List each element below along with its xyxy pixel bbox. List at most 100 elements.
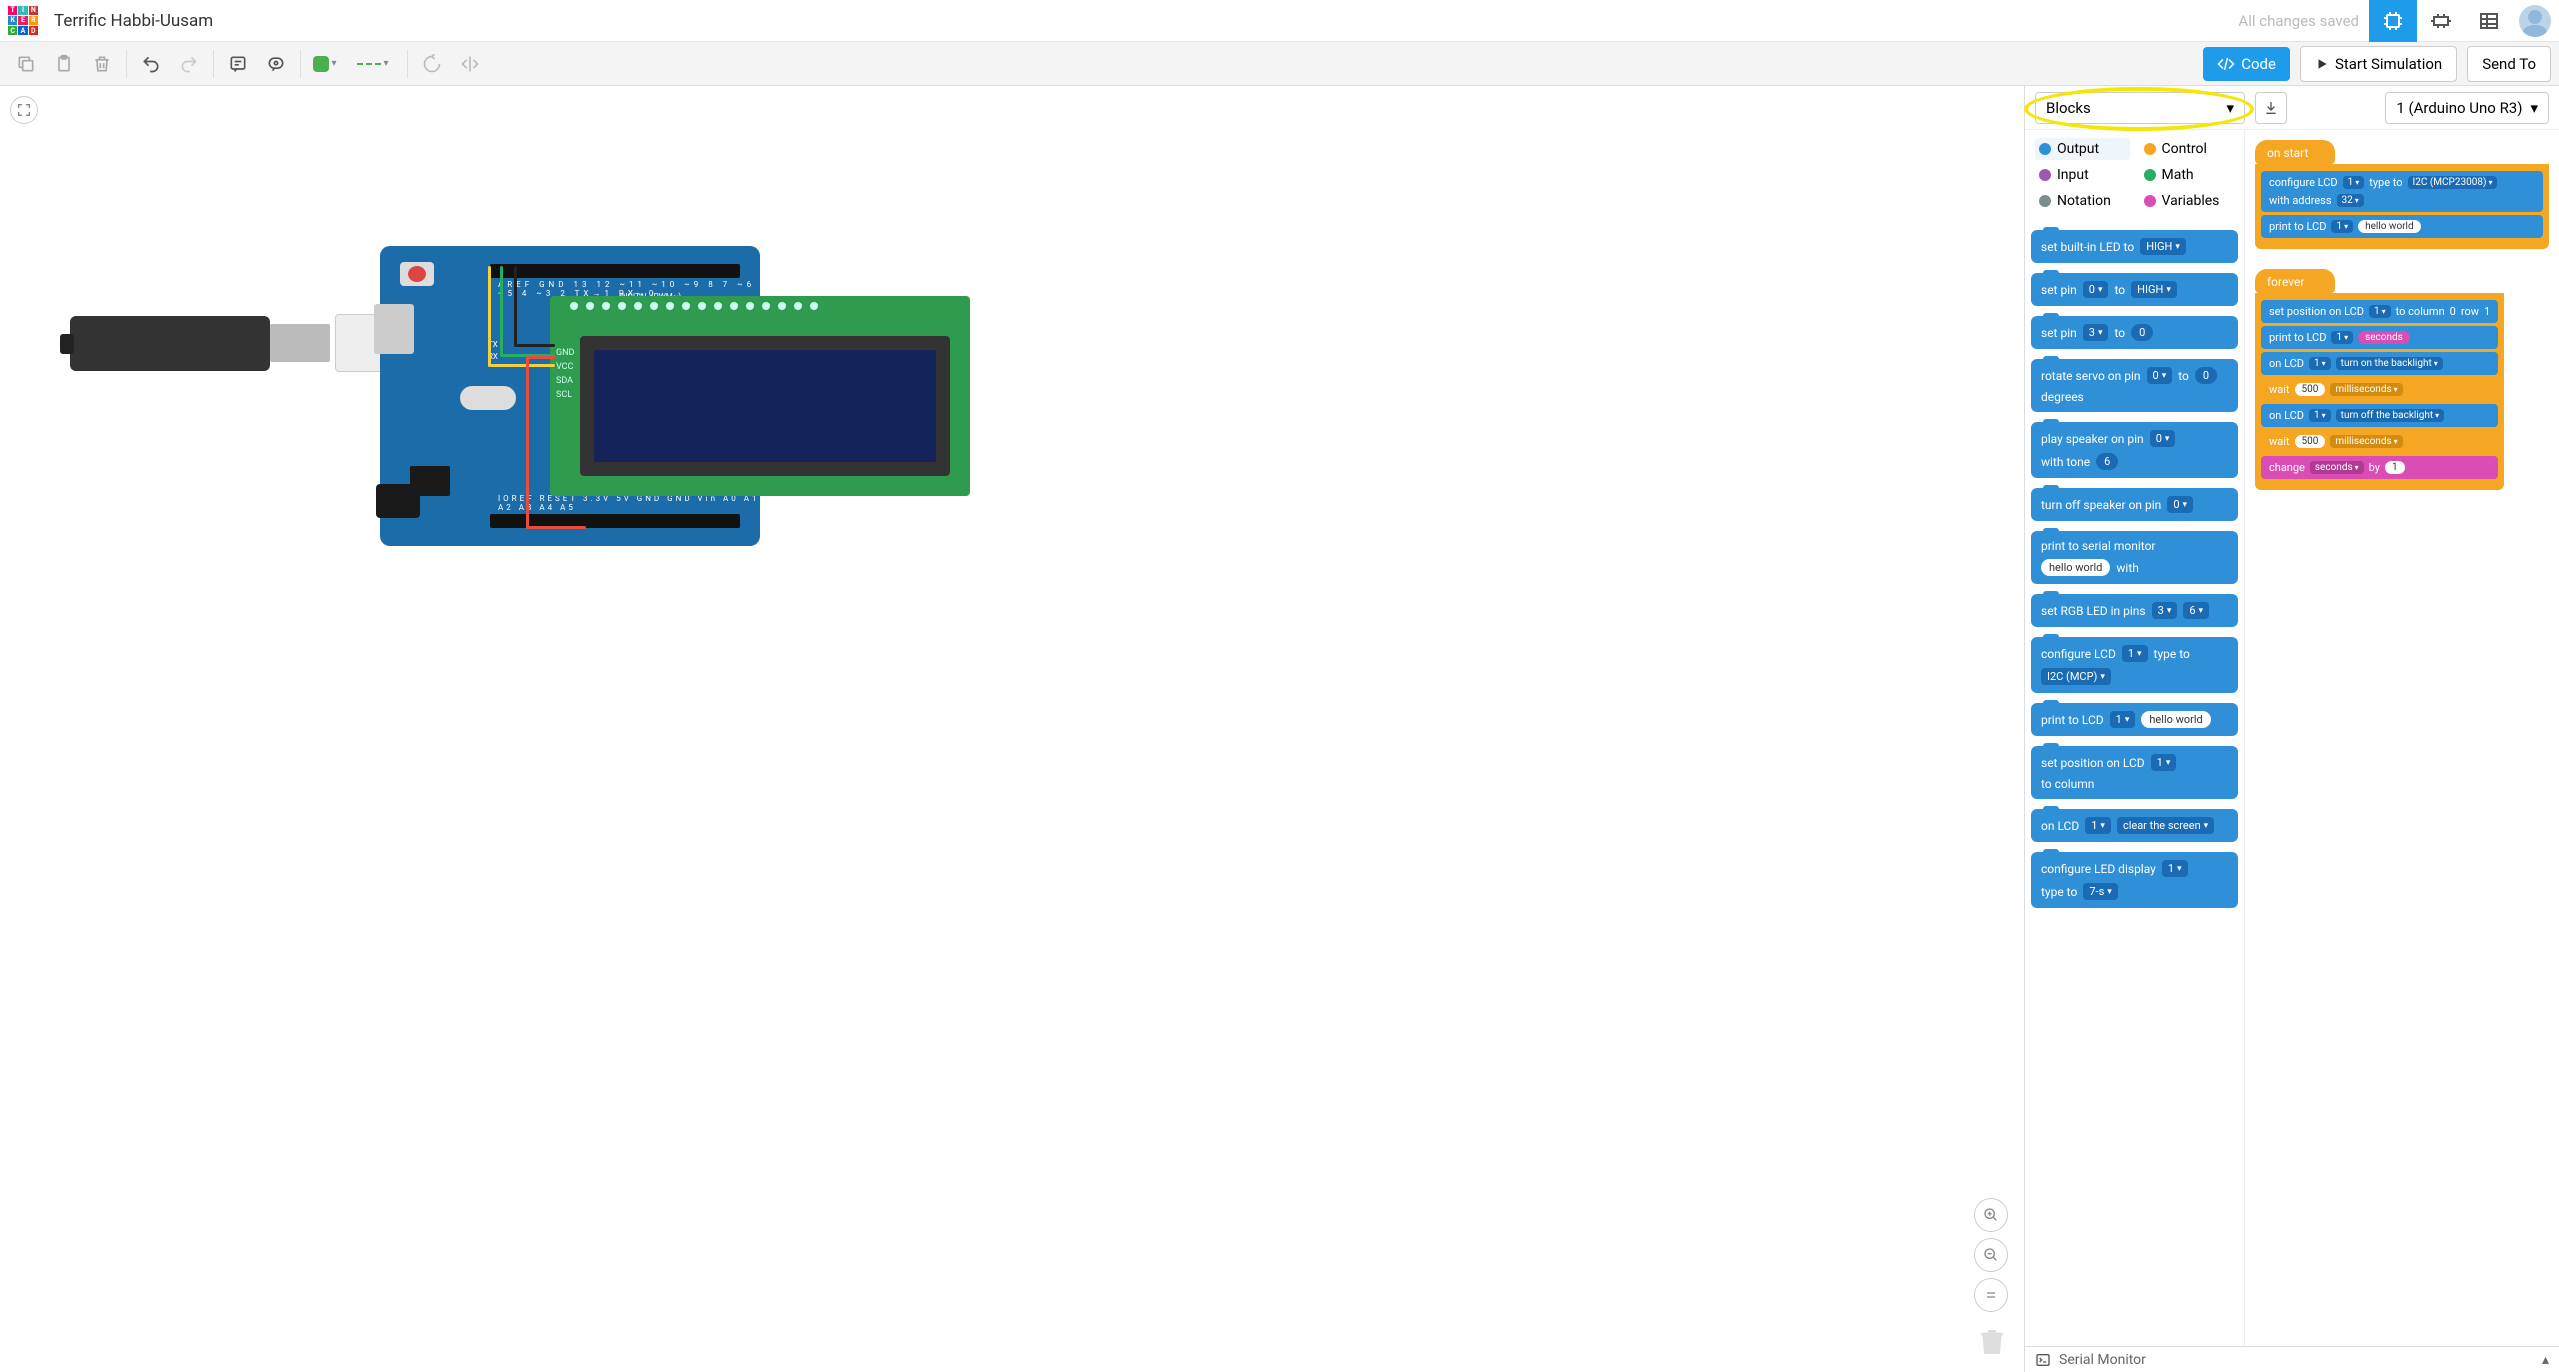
- wire-green[interactable]: [500, 266, 503, 356]
- code-mode-dropdown[interactable]: Blocks ▾: [2035, 92, 2245, 124]
- workspace-block[interactable]: on LCD1turn off the backlight: [2261, 404, 2498, 427]
- palette-block[interactable]: set pin0toHIGH: [2031, 273, 2238, 306]
- block-dropdown[interactable]: 1: [2343, 176, 2365, 189]
- block-input[interactable]: hello world: [2358, 220, 2421, 233]
- block-input[interactable]: hello world: [2041, 559, 2110, 576]
- block-number-input[interactable]: 0: [2450, 305, 2456, 318]
- block-dropdown[interactable]: 32: [2337, 194, 2364, 207]
- wire-red[interactable]: [526, 356, 529, 528]
- project-title[interactable]: Terrific Habbi-Uusam: [54, 11, 213, 31]
- palette-block[interactable]: play speaker on pin0with tone6: [2031, 422, 2238, 478]
- workspace-block[interactable]: changesecondsby1: [2261, 456, 2498, 479]
- serial-monitor-toggle[interactable]: Serial Monitor ▴: [2025, 1346, 2559, 1372]
- undo-button[interactable]: [133, 46, 169, 82]
- lcd-component[interactable]: GND VCC SDA SCL: [550, 296, 970, 496]
- delete-button[interactable]: [84, 46, 120, 82]
- block-number-input[interactable]: 1: [2484, 305, 2490, 318]
- download-code-button[interactable]: [2255, 92, 2287, 124]
- block-dropdown[interactable]: 7-s: [2083, 883, 2117, 900]
- block-dropdown[interactable]: 1: [2309, 357, 2331, 370]
- workspace-block[interactable]: print to LCD1hello world: [2261, 215, 2543, 238]
- palette-block[interactable]: rotate servo on pin0to0degrees: [2031, 359, 2238, 412]
- category-control[interactable]: Control: [2140, 138, 2235, 160]
- wire-red-2[interactable]: [526, 356, 556, 359]
- wire-color-picker[interactable]: ▾: [307, 46, 343, 82]
- block-input[interactable]: 1: [2385, 461, 2405, 474]
- variable-reporter[interactable]: seconds: [2358, 331, 2410, 344]
- block-dropdown[interactable]: 1: [2331, 331, 2353, 344]
- workspace-block[interactable]: on LCD1turn on the backlight: [2261, 352, 2498, 375]
- palette-block[interactable]: set pin3to0: [2031, 316, 2238, 349]
- palette-block[interactable]: set position on LCD1to column: [2031, 746, 2238, 799]
- block-dropdown[interactable]: 1: [2369, 305, 2391, 318]
- block-dropdown[interactable]: milliseconds: [2330, 435, 2402, 448]
- wire-yellow[interactable]: [488, 266, 491, 366]
- block-input[interactable]: 500: [2295, 435, 2326, 448]
- block-dropdown[interactable]: I2C (MCP): [2041, 668, 2111, 685]
- category-variables[interactable]: Variables: [2140, 190, 2235, 212]
- rotate-button[interactable]: [414, 46, 450, 82]
- block-dropdown[interactable]: 1: [2110, 711, 2136, 728]
- wire-black[interactable]: [514, 266, 517, 346]
- wire-yellow-2[interactable]: [488, 364, 555, 367]
- block-dropdown[interactable]: 1: [2085, 817, 2111, 834]
- block-dropdown[interactable]: HIGH: [2131, 281, 2177, 298]
- workspace-block[interactable]: wait500milliseconds: [2261, 430, 2498, 453]
- block-dropdown[interactable]: 1: [2122, 645, 2148, 662]
- circuit-canvas[interactable]: AREF GND 13 12 ~11 ~10 ~9 8 7 ~6 ~5 4 ~3…: [0, 86, 2024, 1372]
- category-input[interactable]: Input: [2035, 164, 2130, 186]
- forever-stack[interactable]: forever set position on LCD1to column0ro…: [2255, 269, 2549, 490]
- block-number-input[interactable]: 6: [2096, 453, 2118, 470]
- wire-style-picker[interactable]: ▾: [345, 46, 401, 82]
- annotation-button[interactable]: [220, 46, 256, 82]
- workspace-block[interactable]: configure LCD1type toI2C (MCP23008)with …: [2261, 171, 2543, 212]
- mirror-button[interactable]: [452, 46, 488, 82]
- palette-block[interactable]: print to serial monitorhello worldwith: [2031, 531, 2238, 584]
- block-input[interactable]: 500: [2295, 383, 2326, 396]
- block-dropdown[interactable]: milliseconds: [2330, 383, 2402, 396]
- palette-block[interactable]: turn off speaker on pin0: [2031, 488, 2238, 521]
- send-to-button[interactable]: Send To: [2467, 46, 2551, 82]
- schematic-view-button[interactable]: [2417, 0, 2465, 42]
- block-dropdown[interactable]: 3: [2152, 602, 2178, 619]
- block-input[interactable]: hello world: [2141, 711, 2210, 728]
- block-dropdown[interactable]: seconds: [2310, 461, 2364, 474]
- forever-hat[interactable]: forever: [2255, 269, 2335, 293]
- redo-button[interactable]: [171, 46, 207, 82]
- block-workspace[interactable]: on start configure LCD1type toI2C (MCP23…: [2245, 130, 2559, 1346]
- label-toggle-button[interactable]: [258, 46, 294, 82]
- zoom-to-fit-button[interactable]: [10, 96, 38, 124]
- block-dropdown[interactable]: 1: [2162, 860, 2188, 877]
- zoom-out-button[interactable]: [1974, 1238, 2008, 1272]
- block-dropdown[interactable]: 6: [2183, 602, 2209, 619]
- block-dropdown[interactable]: I2C (MCP23008): [2408, 176, 2498, 189]
- palette-block[interactable]: configure LED display1type to7-s: [2031, 852, 2238, 908]
- tinkercad-logo[interactable]: TIN KER CAD: [8, 6, 38, 36]
- block-number-input[interactable]: 0: [2195, 367, 2217, 384]
- block-dropdown[interactable]: turn on the backlight: [2336, 357, 2443, 370]
- paste-button[interactable]: [46, 46, 82, 82]
- circuit-view-button[interactable]: [2369, 0, 2417, 42]
- workspace-block[interactable]: set position on LCD1to column0row1: [2261, 300, 2498, 323]
- on-start-stack[interactable]: on start configure LCD1type toI2C (MCP23…: [2255, 140, 2549, 249]
- block-dropdown[interactable]: 0: [2150, 430, 2176, 447]
- workspace-block[interactable]: wait500milliseconds: [2261, 378, 2498, 401]
- block-dropdown[interactable]: turn off the backlight: [2336, 409, 2445, 422]
- wire-black-2[interactable]: [514, 344, 555, 347]
- category-math[interactable]: Math: [2140, 164, 2235, 186]
- block-number-input[interactable]: 0: [2131, 324, 2153, 341]
- user-avatar[interactable]: [2519, 5, 2551, 37]
- start-simulation-button[interactable]: Start Simulation: [2300, 46, 2457, 82]
- wire-red-3[interactable]: [526, 526, 586, 529]
- block-dropdown[interactable]: HIGH: [2140, 238, 2186, 255]
- board-select-dropdown[interactable]: 1 (Arduino Uno R3) ▾: [2385, 92, 2549, 124]
- recenter-button[interactable]: [1974, 1278, 2008, 1312]
- usb-cable[interactable]: [70, 306, 350, 376]
- block-dropdown[interactable]: 0: [2167, 496, 2193, 513]
- block-dropdown[interactable]: 1: [2151, 754, 2177, 771]
- zoom-in-button[interactable]: [1974, 1198, 2008, 1232]
- block-dropdown[interactable]: 0: [2083, 281, 2109, 298]
- canvas-trash[interactable]: [1976, 1326, 2008, 1362]
- block-dropdown[interactable]: 1: [2331, 220, 2353, 233]
- palette-block-list[interactable]: set built-in LED toHIGHset pin0toHIGHset…: [2025, 220, 2244, 1346]
